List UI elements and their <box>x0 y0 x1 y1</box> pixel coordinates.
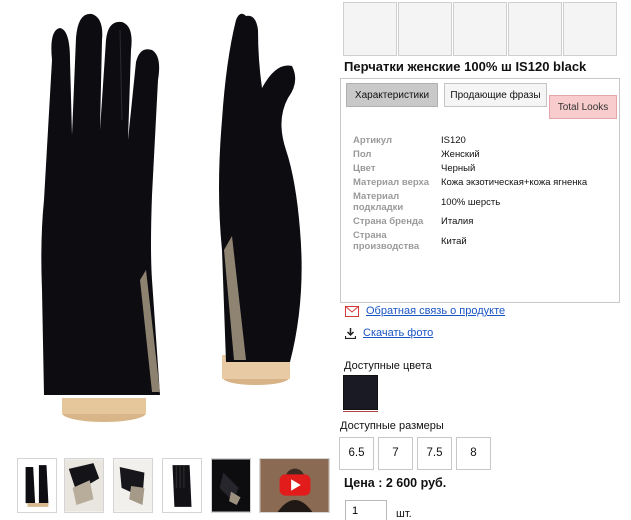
sizes-label: Доступные размеры <box>340 420 444 432</box>
spec-row: Цвет Черный <box>353 163 615 174</box>
thumbnail-5[interactable] <box>211 458 251 513</box>
spec-label: Артикул <box>353 135 392 146</box>
spec-row: Артикул IS120 <box>353 135 615 146</box>
spec-label: Страна производства <box>353 230 420 252</box>
tab-selling-phrases[interactable]: Продающие фразы <box>444 83 547 107</box>
thumbnail-4[interactable] <box>162 458 202 513</box>
size-button[interactable]: 7 <box>378 437 413 470</box>
spec-row: Страна производства Китай <box>353 230 615 252</box>
thumbnail-3[interactable] <box>113 458 153 513</box>
specs-table: Артикул IS120 Пол Женский Цвет Черный Ма… <box>353 135 615 255</box>
size-button[interactable]: 7.5 <box>417 437 452 470</box>
spec-value: Черный <box>441 163 476 174</box>
selected-color-indicator <box>343 411 378 412</box>
download-photo-link[interactable]: Скачать фото <box>363 327 433 339</box>
color-swatch-black[interactable] <box>343 375 378 410</box>
spec-value: Кожа экзотическая+кожа ягненка <box>441 177 588 188</box>
tab-characteristics[interactable]: Характеристики <box>346 83 438 107</box>
video-thumbnail[interactable] <box>259 458 330 513</box>
size-button[interactable]: 8 <box>456 437 491 470</box>
spec-label: Пол <box>353 149 372 160</box>
spec-label: Цвет <box>353 163 376 174</box>
quantity-unit: шт. <box>396 508 412 520</box>
gallery-slot-3[interactable] <box>453 2 507 56</box>
spec-row: Материал верха Кожа экзотическая+кожа яг… <box>353 177 615 188</box>
spec-label: Материал верха <box>353 177 430 188</box>
spec-row: Страна бренда Италия <box>353 216 615 227</box>
spec-label: Страна бренда <box>353 216 424 227</box>
spec-row: Пол Женский <box>353 149 615 160</box>
tab-total-looks[interactable]: Total Looks <box>549 95 617 119</box>
feedback-link[interactable]: Обратная связь о продукте <box>366 305 505 317</box>
size-button[interactable]: 6.5 <box>339 437 374 470</box>
main-product-photo <box>0 0 340 445</box>
envelope-icon <box>345 305 359 317</box>
product-title: Перчатки женские 100% ш IS120 black <box>344 59 587 74</box>
spec-value: IS120 <box>441 135 466 146</box>
quantity-input[interactable] <box>345 500 387 520</box>
gallery-slot-1[interactable] <box>343 2 397 56</box>
spec-value: Женский <box>441 149 480 160</box>
spec-value: Китай <box>441 235 467 247</box>
thumbnail-2[interactable] <box>64 458 104 513</box>
spec-value: 100% шерсть <box>441 196 501 208</box>
download-link-row: Скачать фото <box>345 327 433 339</box>
download-icon <box>345 327 356 339</box>
info-panel: Характеристики Продающие фразы Total Loo… <box>340 78 620 303</box>
gallery-slot-4[interactable] <box>508 2 562 56</box>
price: Цена : 2 600 руб. <box>344 476 447 490</box>
spec-label: Материал подкладки <box>353 191 404 213</box>
spec-row: Материал подкладки 100% шерсть <box>353 191 615 213</box>
thumbnail-1[interactable] <box>17 458 57 513</box>
colors-label: Доступные цвета <box>344 360 432 372</box>
gallery-slot-5[interactable] <box>563 2 617 56</box>
gallery-slot-2[interactable] <box>398 2 452 56</box>
feedback-link-row: Обратная связь о продукте <box>345 305 505 317</box>
spec-value: Италия <box>441 216 474 227</box>
